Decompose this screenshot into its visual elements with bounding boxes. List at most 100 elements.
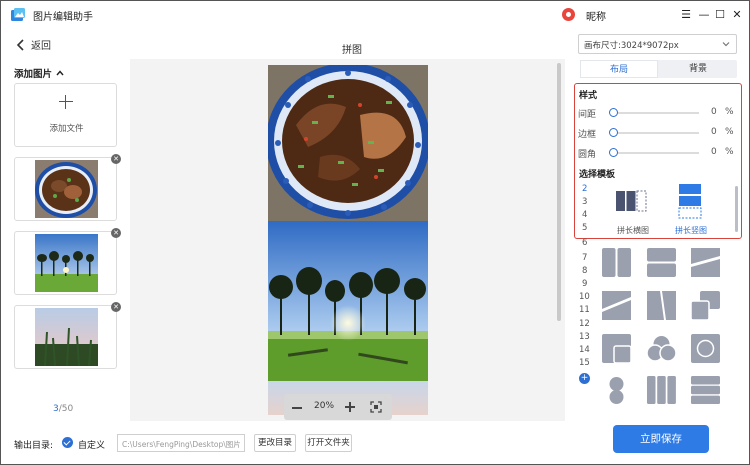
template-grid-3[interactable] <box>691 248 720 277</box>
canvas-size-select[interactable]: 画布尺寸:3024*9072px <box>578 34 737 54</box>
template-horizontal-icon <box>616 190 647 212</box>
menu-icon[interactable]: ☰ <box>679 7 693 21</box>
image-count: 3/50 <box>53 404 73 414</box>
slider-label: 边框 <box>578 130 597 140</box>
slider-handle[interactable] <box>609 108 618 117</box>
template-count-14[interactable]: 14 <box>579 345 590 355</box>
maximize-icon[interactable]: ☐ <box>713 7 727 21</box>
minimize-icon[interactable]: — <box>697 7 711 21</box>
app-window: 图片编辑助手 昵称 ☰ — ☐ ✕ 返回 拼图 添加图片 添加文件 ✕ ✕ ✕ … <box>0 0 750 465</box>
template-count-13[interactable]: 13 <box>579 332 590 342</box>
slider-value: 0 <box>711 147 717 157</box>
add-file-button[interactable]: 添加文件 <box>14 83 117 147</box>
template-count-15[interactable]: 15 <box>579 358 590 368</box>
template-grid-5[interactable] <box>647 291 676 320</box>
remove-image-icon[interactable]: ✕ <box>111 154 121 164</box>
custom-directory-label[interactable]: 自定义 <box>78 438 105 451</box>
tab-layout[interactable]: 布局 <box>580 60 658 78</box>
template-count-10[interactable]: 10 <box>579 292 590 302</box>
template-vertical-icon <box>678 184 702 219</box>
image-list-panel: 添加图片 添加文件 ✕ ✕ ✕ 3/50 <box>1 59 129 421</box>
output-directory-label: 输出目录: <box>14 441 54 451</box>
slider-track[interactable] <box>613 112 699 114</box>
chevron-left-icon <box>16 38 24 51</box>
template-grid-9[interactable] <box>691 334 720 363</box>
chevron-up-icon <box>56 70 64 76</box>
avatar[interactable] <box>562 8 575 21</box>
border-slider[interactable]: 边框 0 % <box>578 127 738 140</box>
add-template-icon[interactable]: + <box>579 373 590 384</box>
custom-directory-radio[interactable] <box>62 437 73 448</box>
thumbnail-trees-sunset[interactable]: ✕ <box>14 228 121 295</box>
slider-handle[interactable] <box>609 128 618 137</box>
template-grid-2[interactable] <box>647 248 676 277</box>
slider-unit: % <box>725 147 734 157</box>
template-grid-1[interactable] <box>602 248 631 277</box>
back-button[interactable]: 返回 <box>15 37 51 52</box>
zoom-controls: 20% <box>284 394 392 420</box>
template-horizontal-stitch[interactable] <box>615 189 649 219</box>
zoom-out-icon[interactable] <box>292 401 302 413</box>
template-title: 选择模板 <box>579 170 616 180</box>
slider-track[interactable] <box>613 132 699 134</box>
template-grid-7[interactable] <box>602 334 631 363</box>
template-count-8[interactable]: 8 <box>582 266 587 276</box>
zoom-in-icon[interactable] <box>345 402 355 412</box>
app-logo-icon <box>11 8 25 21</box>
template-count-4[interactable]: 4 <box>582 210 587 220</box>
chevron-down-icon <box>722 42 730 47</box>
template-grid-10[interactable] <box>602 376 631 404</box>
zoom-value: 20% <box>314 401 335 411</box>
corner-radius-slider[interactable]: 圆角 0 % <box>578 147 738 160</box>
add-images-label: 添加图片 <box>14 69 53 80</box>
canvas-size-value: 画布尺寸:3024*9072px <box>584 41 679 51</box>
slider-unit: % <box>725 107 734 117</box>
app-title: 图片编辑助手 <box>33 12 93 23</box>
save-now-button[interactable]: 立即保存 <box>613 425 709 453</box>
template-grid-4[interactable] <box>602 291 631 320</box>
thumbnail-image <box>35 234 98 292</box>
close-icon[interactable]: ✕ <box>730 7 744 21</box>
template-grid-11[interactable] <box>647 376 676 404</box>
page-title: 拼图 <box>342 45 362 56</box>
template-count-2[interactable]: 2 <box>582 184 587 194</box>
collage-preview[interactable] <box>268 65 428 415</box>
template-count-11[interactable]: 11 <box>579 305 590 315</box>
thumbnail-sky-plants[interactable]: ✕ <box>14 302 121 369</box>
output-path-input[interactable]: C:\Users\FengPing\Desktop\图片 <box>117 434 245 452</box>
template-count-6[interactable]: 6 <box>582 238 587 248</box>
spacing-slider[interactable]: 间距 0 % <box>578 107 738 120</box>
template-count-12[interactable]: 12 <box>579 319 590 329</box>
collage-image <box>268 65 428 415</box>
template-grid-6[interactable] <box>691 291 720 320</box>
template-scrollbar[interactable] <box>735 186 738 232</box>
template-horizontal-label: 拼长横图 <box>617 226 649 235</box>
template-vertical-label: 拼长竖图 <box>675 226 707 235</box>
canvas-scrollbar[interactable] <box>557 63 561 321</box>
thumbnail-noodle-bowl[interactable]: ✕ <box>14 154 121 221</box>
slider-value: 0 <box>711 127 717 137</box>
slider-label: 间距 <box>578 110 597 120</box>
template-vertical-stitch[interactable] <box>677 183 711 219</box>
remove-image-icon[interactable]: ✕ <box>111 228 121 238</box>
template-count-3[interactable]: 3 <box>582 197 587 207</box>
template-count-7[interactable]: 7 <box>582 253 587 263</box>
template-grid-8[interactable] <box>647 334 676 363</box>
thumbnail-image <box>35 308 98 366</box>
template-count-9[interactable]: 9 <box>582 279 587 289</box>
thumbnail-image <box>35 160 98 218</box>
tab-background[interactable]: 背景 <box>659 60 737 78</box>
panel-tabs: 布局 背景 <box>580 60 737 78</box>
slider-track[interactable] <box>613 152 699 154</box>
back-label: 返回 <box>31 41 51 52</box>
template-grid-12[interactable] <box>691 376 720 404</box>
remove-image-icon[interactable]: ✕ <box>111 302 121 312</box>
image-count-total: /50 <box>58 404 74 414</box>
open-folder-button[interactable]: 打开文件夹 <box>305 434 352 452</box>
change-directory-button[interactable]: 更改目录 <box>254 434 296 452</box>
template-count-5[interactable]: 5 <box>582 223 587 233</box>
slider-handle[interactable] <box>609 148 618 157</box>
user-name[interactable]: 昵称 <box>586 8 606 23</box>
fit-screen-icon[interactable] <box>370 401 382 413</box>
add-images-toggle[interactable]: 添加图片 <box>14 66 64 80</box>
